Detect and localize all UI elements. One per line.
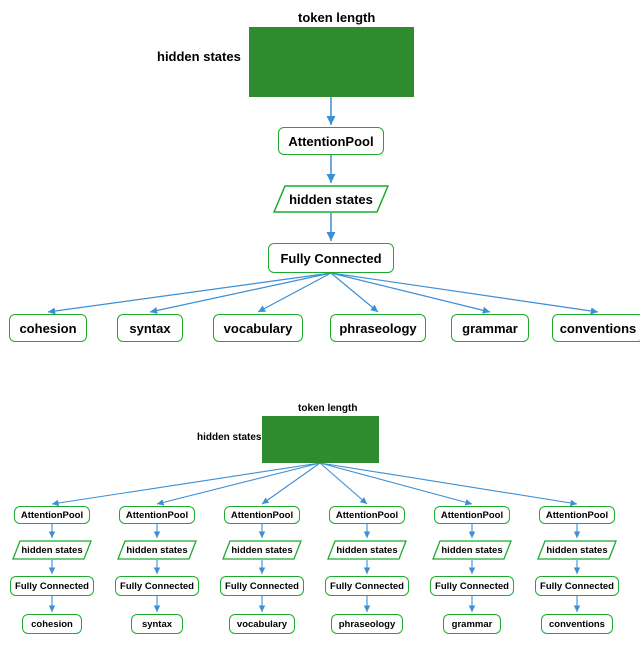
bottom-hidden-states-label: hidden states — [197, 432, 261, 443]
bottom-ap-4: AttentionPool — [434, 506, 510, 524]
top-hidden-states-tensor — [249, 27, 414, 97]
top-hidden-states-para: hidden states — [273, 185, 389, 213]
top-out-vocabulary: vocabulary — [213, 314, 303, 342]
bottom-ap-0: AttentionPool — [14, 506, 90, 524]
top-out-conventions: conventions — [552, 314, 640, 342]
bottom-hidden-states-tensor — [262, 416, 379, 463]
top-hidden-states-label: hidden states — [157, 49, 241, 64]
bottom-fc-3: Fully Connected — [325, 576, 409, 596]
top-out-phraseology: phraseology — [330, 314, 426, 342]
bottom-hs-0-text: hidden states — [21, 545, 82, 556]
top-hidden-states-para-text: hidden states — [289, 192, 373, 207]
bottom-hs-0: hidden states — [12, 540, 92, 560]
bottom-ap-2: AttentionPool — [224, 506, 300, 524]
top-out-cohesion: cohesion — [9, 314, 87, 342]
bottom-hs-1-text: hidden states — [126, 545, 187, 556]
top-token-length-label: token length — [298, 10, 375, 25]
bottom-hs-3-text: hidden states — [336, 545, 397, 556]
bottom-fc-4: Fully Connected — [430, 576, 514, 596]
bottom-hs-1: hidden states — [117, 540, 197, 560]
bottom-fc-2: Fully Connected — [220, 576, 304, 596]
bottom-ap-5: AttentionPool — [539, 506, 615, 524]
bottom-hs-2-text: hidden states — [231, 545, 292, 556]
bottom-out-5: conventions — [541, 614, 613, 634]
bottom-ap-1: AttentionPool — [119, 506, 195, 524]
bottom-ap-3: AttentionPool — [329, 506, 405, 524]
bottom-hs-2: hidden states — [222, 540, 302, 560]
top-out-grammar: grammar — [451, 314, 529, 342]
bottom-out-3: phraseology — [331, 614, 403, 634]
bottom-out-2: vocabulary — [229, 614, 295, 634]
top-fully-connected: Fully Connected — [268, 243, 394, 273]
top-attention-pool: AttentionPool — [278, 127, 384, 155]
bottom-hs-5-text: hidden states — [546, 545, 607, 556]
bottom-out-4: grammar — [443, 614, 501, 634]
bottom-fc-5: Fully Connected — [535, 576, 619, 596]
bottom-hs-5: hidden states — [537, 540, 617, 560]
bottom-fc-1: Fully Connected — [115, 576, 199, 596]
bottom-hs-4: hidden states — [432, 540, 512, 560]
bottom-out-1: syntax — [131, 614, 183, 634]
bottom-out-0: cohesion — [22, 614, 82, 634]
top-out-syntax: syntax — [117, 314, 183, 342]
bottom-fc-0: Fully Connected — [10, 576, 94, 596]
bottom-hs-4-text: hidden states — [441, 545, 502, 556]
bottom-hs-3: hidden states — [327, 540, 407, 560]
bottom-token-length-label: token length — [298, 403, 357, 414]
